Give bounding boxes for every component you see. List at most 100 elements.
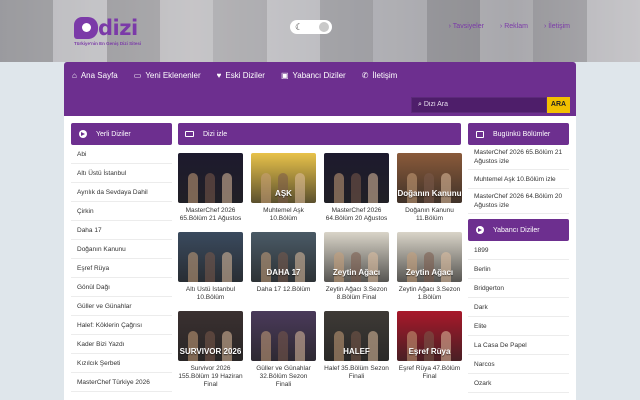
episode-title[interactable]: Halef 35.Bölüm Sezon Finali <box>324 365 389 389</box>
episode-card[interactable]: Zeytin Ağacı Zeytin Ağacı 3.Sezon 1.Bölüm <box>397 232 462 311</box>
list-item[interactable]: Ozark <box>468 374 569 393</box>
cast-figure <box>222 331 232 361</box>
top-link-tavsiyeler[interactable]: Tavsiyeler <box>449 23 484 30</box>
episode-card[interactable]: Eşref Rüya Eşref Rüya 47.Bölüm Final <box>397 311 462 390</box>
list-item[interactable]: Güller ve Günahlar <box>71 297 172 316</box>
episode-title[interactable]: Güller ve Günahlar 32.Bölüm Sezon Finali <box>251 365 316 389</box>
dark-mode-toggle[interactable]: ☾ <box>290 20 332 34</box>
nav-item-contact[interactable]: ✆ İletişim <box>362 71 398 80</box>
episode-card[interactable]: MasterChef 2026 65.Bölüm 21 Ağustos <box>178 153 243 232</box>
nav-item-new[interactable]: ▭ Yeni Eklenenler <box>134 71 201 80</box>
cast-figure <box>222 252 232 282</box>
episode-thumbnail[interactable] <box>251 311 316 361</box>
episode-title[interactable]: Muhtemel Aşk 10.Bölüm <box>251 207 316 231</box>
list-item[interactable]: Daha 17 <box>71 221 172 240</box>
episode-card[interactable]: Zeytin Ağacı Zeytin Ağacı 3.Sezon 8.Bölüm… <box>324 232 389 311</box>
episode-card[interactable]: AŞK Muhtemel Aşk 10.Bölüm <box>251 153 316 232</box>
calendar-icon <box>476 130 484 138</box>
episode-card[interactable]: Doğanın Kanunu Doğanın Kanunu 11.Bölüm <box>397 153 462 232</box>
episode-card[interactable]: MasterChef 2026 64.Bölüm 20 Ağustos <box>324 153 389 232</box>
episode-card[interactable]: HALEF Halef 35.Bölüm Sezon Finali <box>324 311 389 390</box>
monitor-icon: ▭ <box>133 71 142 80</box>
episode-card[interactable]: Altı Üstü İstanbul 10.Bölüm <box>178 232 243 311</box>
search-button[interactable]: ARA <box>547 97 570 113</box>
logo-mark-icon <box>74 17 98 39</box>
episode-title[interactable]: Zeytin Ağacı 3.Sezon 8.Bölüm Final <box>324 286 389 310</box>
episode-title[interactable]: Doğanın Kanunu 11.Bölüm <box>397 207 462 231</box>
cast-figure <box>295 173 305 203</box>
list-item[interactable]: Narcos <box>468 355 569 374</box>
cast-figure <box>407 252 417 282</box>
episode-title[interactable]: Zeytin Ağacı 3.Sezon 1.Bölüm <box>397 286 462 310</box>
heart-icon: ♥ <box>216 71 222 80</box>
episode-title[interactable]: Daha 17 12.Bölüm <box>251 286 316 310</box>
episode-thumbnail[interactable]: Eşref Rüya <box>397 311 462 361</box>
episodes-section: Dizi izle MasterChef 2026 65.Bölüm 21 Ağ… <box>178 123 462 390</box>
episode-thumbnail[interactable]: HALEF <box>324 311 389 361</box>
episode-thumbnail[interactable]: Zeytin Ağacı <box>397 232 462 282</box>
episode-thumbnail[interactable] <box>178 153 243 203</box>
episode-title[interactable]: Altı Üstü İstanbul 10.Bölüm <box>178 286 243 310</box>
list-item[interactable]: Kızılcık Şerbeti <box>71 354 172 373</box>
episode-card[interactable]: SURVIVOR 2026 Survivor 2026 155.Bölüm 19 … <box>178 311 243 390</box>
episode-thumbnail[interactable]: DAHA 17 <box>251 232 316 282</box>
top-link-iletisim[interactable]: İletişim <box>544 23 570 30</box>
list-item[interactable]: Halef: Köklerin Çağrısı <box>71 316 172 335</box>
list-item[interactable]: 1899 <box>468 241 569 260</box>
cast-figure <box>368 173 378 203</box>
list-item[interactable]: Muhtemel Aşk 10.Bölüm izle <box>468 170 569 189</box>
list-item[interactable]: Dark <box>468 298 569 317</box>
search-icon: ⌕ <box>418 101 422 108</box>
cast-figure <box>261 173 271 203</box>
list-item[interactable]: Abi <box>71 145 172 164</box>
cast-figure <box>188 331 198 361</box>
nav-item-home[interactable]: ⌂ Ana Sayfa <box>72 71 118 80</box>
episode-thumbnail[interactable]: SURVIVOR 2026 <box>178 311 243 361</box>
episode-thumbnail[interactable]: AŞK <box>251 153 316 203</box>
episode-grid: MasterChef 2026 65.Bölüm 21 Ağustos AŞK Mu… <box>178 153 462 390</box>
top-link-reklam[interactable]: Reklam <box>500 23 528 30</box>
episode-thumbnail[interactable] <box>178 232 243 282</box>
episode-card[interactable]: DAHA 17 Daha 17 12.Bölüm <box>251 232 316 311</box>
cast-figure <box>351 252 361 282</box>
episode-thumbnail[interactable] <box>324 153 389 203</box>
list-item[interactable]: Doğanın Kanunu <box>71 240 172 259</box>
cast-figure <box>205 173 215 203</box>
list-item[interactable]: Altı Üstü İstanbul <box>71 164 172 183</box>
site-logo[interactable]: dizi Türkiye'nin En Geniş Dizi Sitesi <box>74 16 141 46</box>
site-header: dizi Türkiye'nin En Geniş Dizi Sitesi ☾ … <box>0 0 640 62</box>
search-input[interactable] <box>423 101 544 108</box>
list-item[interactable]: Elite <box>468 317 569 336</box>
thumbnail-label: HALEF <box>343 347 370 356</box>
phone-icon: ✆ <box>361 71 369 80</box>
list-item[interactable]: La Casa De Papel <box>468 336 569 355</box>
list-item[interactable]: Berlin <box>468 260 569 279</box>
cast-figure <box>295 331 305 361</box>
episode-title[interactable]: Survivor 2026 155.Bölüm 19 Haziran Final <box>178 365 243 389</box>
list-item[interactable]: MasterChef 2026 65.Bölüm 21 Ağustos izle <box>468 145 569 170</box>
nav-item-old[interactable]: ♥ Eski Diziler <box>217 71 265 80</box>
cast-figure <box>278 331 288 361</box>
list-item[interactable]: MasterChef 2026 64.Bölüm 20 Ağustos izle <box>468 189 569 214</box>
list-item[interactable]: Çirkin <box>71 202 172 221</box>
list-item[interactable]: MasterChef Türkiye 2026 <box>71 373 172 392</box>
episodes-header: Dizi izle <box>178 123 461 145</box>
list-item[interactable]: Gönül Dağı <box>71 278 172 297</box>
nav-item-foreign[interactable]: ▣ Yabancı Diziler <box>281 71 346 80</box>
tv-icon <box>185 131 194 137</box>
episode-thumbnail[interactable]: Doğanın Kanunu <box>397 153 462 203</box>
today-episodes-list: MasterChef 2026 65.Bölüm 21 Ağustos izle… <box>468 145 569 214</box>
episode-title[interactable]: MasterChef 2026 64.Bölüm 20 Ağustos <box>324 207 389 231</box>
list-item[interactable]: Ayrılık da Sevdaya Dahil <box>71 183 172 202</box>
list-item[interactable]: Eşref Rüya <box>71 259 172 278</box>
episode-thumbnail[interactable]: Zeytin Ağacı <box>324 232 389 282</box>
episode-title[interactable]: Eşref Rüya 47.Bölüm Final <box>397 365 462 389</box>
episode-title[interactable]: MasterChef 2026 65.Bölüm 21 Ağustos <box>178 207 243 231</box>
cast-figure <box>205 252 215 282</box>
list-item[interactable]: Bridgerton <box>468 279 569 298</box>
episode-card[interactable]: Güller ve Günahlar 32.Bölüm Sezon Finali <box>251 311 316 390</box>
foreign-series-list: 1899 Berlin Bridgerton Dark Elite La Cas… <box>468 241 569 393</box>
left-sidebar: Yerli Diziler Abi Altı Üstü İstanbul Ayr… <box>71 123 172 392</box>
left-sidebar-header: Yerli Diziler <box>71 123 172 145</box>
list-item[interactable]: Kader Bizi Yazdı <box>71 335 172 354</box>
